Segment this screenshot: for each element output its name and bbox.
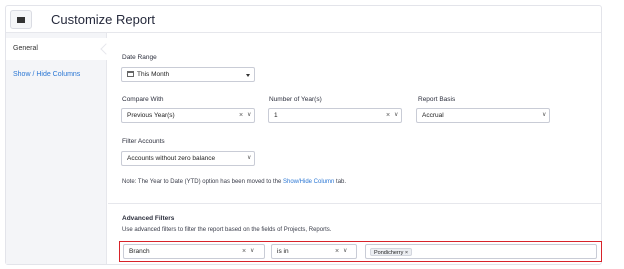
- filter-value-input[interactable]: Pondicherry ×: [365, 244, 597, 259]
- date-range-value: This Month: [137, 71, 170, 78]
- chevron-down-icon: ∨: [542, 112, 547, 118]
- filter-accounts-value: Accounts without zero balance: [127, 155, 216, 162]
- advanced-filters-title: Advanced Filters: [122, 215, 175, 222]
- sidebar-item-show-hide-columns[interactable]: Show / Hide Columns: [6, 64, 107, 86]
- tag-label: Pondicherry: [374, 250, 404, 256]
- caret-down-icon: [246, 74, 250, 77]
- report-basis-label: Report Basis: [418, 96, 456, 103]
- advanced-filter-row: Branch × ∨ is in × ∨ Pondicherry ×: [119, 241, 602, 262]
- customize-report-panel: Customize Report General Show / Hide Col…: [5, 5, 602, 265]
- clear-icon[interactable]: ×: [242, 245, 246, 258]
- report-basis-select[interactable]: Accrual ∨: [416, 108, 550, 123]
- filter-field-value: Branch: [129, 248, 150, 255]
- chevron-down-icon: ∨: [247, 155, 252, 161]
- clear-icon[interactable]: ×: [386, 109, 390, 122]
- compare-with-label: Compare With: [122, 96, 164, 103]
- clear-icon[interactable]: ×: [239, 109, 243, 122]
- menu-button[interactable]: [10, 10, 32, 29]
- remove-tag-icon[interactable]: ×: [405, 250, 408, 256]
- number-of-years-value: 1: [274, 112, 278, 119]
- calendar-icon: [127, 71, 134, 77]
- filter-accounts-label: Filter Accounts: [122, 138, 165, 145]
- filter-operator-select[interactable]: is in × ∨: [271, 244, 357, 259]
- chevron-down-icon: ∨: [394, 112, 399, 118]
- filter-field-select[interactable]: Branch × ∨: [123, 244, 265, 259]
- filter-accounts-select[interactable]: Accounts without zero balance ∨: [121, 151, 255, 166]
- number-of-years-select[interactable]: 1 × ∨: [268, 108, 402, 123]
- compare-with-value: Previous Year(s): [127, 112, 175, 119]
- chevron-down-icon: ∨: [247, 112, 252, 118]
- main-content: Date Range This Month Compare With Previ…: [108, 33, 602, 264]
- divider: [108, 203, 601, 204]
- date-range-select[interactable]: This Month: [121, 67, 255, 82]
- number-of-years-label: Number of Year(s): [269, 96, 322, 103]
- chevron-down-icon: ∨: [250, 248, 255, 254]
- report-basis-value: Accrual: [422, 112, 444, 119]
- note-text: Note: The Year to Date (YTD) option has …: [122, 179, 283, 185]
- note-suffix: tab.: [334, 179, 347, 185]
- page-title: Customize Report: [51, 12, 156, 27]
- sidebar: General Show / Hide Columns: [6, 33, 112, 264]
- sidebar-item-general[interactable]: General: [6, 38, 108, 60]
- chevron-down-icon: ∨: [343, 248, 348, 254]
- header: Customize Report: [6, 6, 601, 33]
- hamburger-icon: [17, 16, 25, 23]
- compare-with-select[interactable]: Previous Year(s) × ∨: [121, 108, 255, 123]
- advanced-filters-description: Use advanced filters to filter the repor…: [122, 227, 332, 233]
- value-tag: Pondicherry ×: [370, 248, 413, 256]
- ytd-note: Note: The Year to Date (YTD) option has …: [122, 179, 346, 185]
- show-hide-column-link[interactable]: Show/Hide Column: [283, 179, 334, 185]
- clear-icon[interactable]: ×: [335, 245, 339, 258]
- date-range-label: Date Range: [122, 54, 157, 61]
- filter-operator-value: is in: [277, 248, 289, 255]
